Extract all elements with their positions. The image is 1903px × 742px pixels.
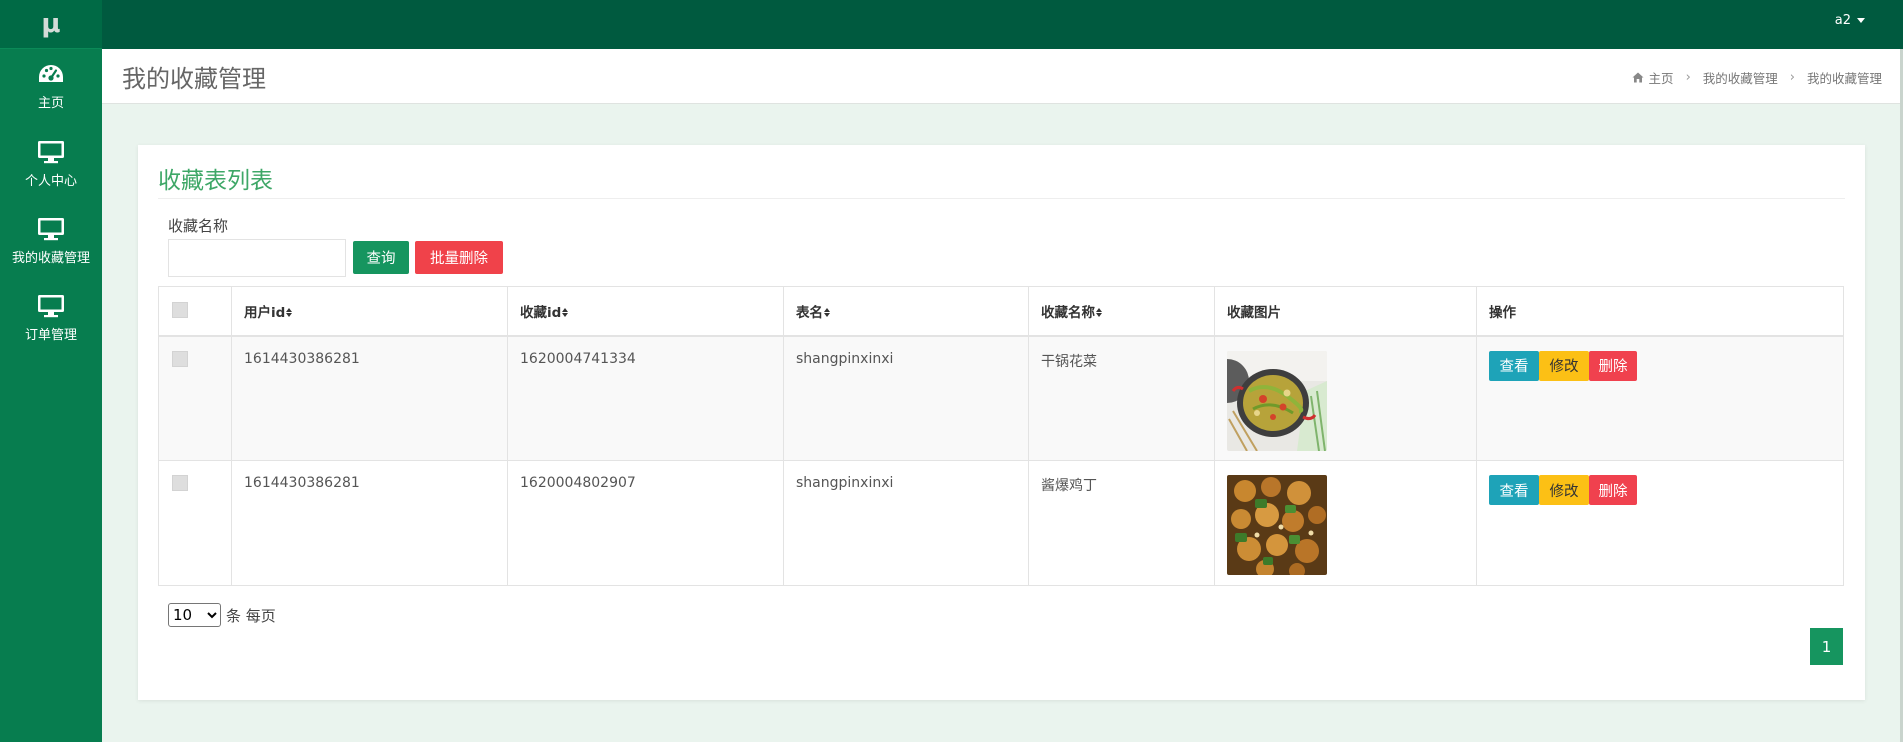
sidebar-item-label: 订单管理 [24, 328, 77, 343]
favorites-table: 用户id 收藏id 表名 收藏名称 收藏图片 操作 1614430386281 … [158, 286, 1844, 586]
divider [158, 198, 1845, 199]
chevron-right-icon: › [1789, 70, 1795, 85]
desktop-icon [38, 295, 64, 318]
breadcrumb-item[interactable]: 我的收藏管理 [1703, 68, 1778, 87]
column-header-table-name[interactable]: 表名 [783, 286, 1029, 337]
page-size-suffix: 条 每页 [226, 606, 276, 625]
breadcrumb-item-current: 我的收藏管理 [1806, 71, 1882, 86]
home-icon [1632, 72, 1644, 83]
column-header-user-id[interactable]: 用户id [231, 286, 508, 337]
cell-table-name: shangpinxinxi [783, 460, 1029, 586]
dashboard-icon [39, 65, 63, 82]
diced-chicken-photo[interactable] [1227, 475, 1327, 575]
cell-fav-id: 1620004802907 [507, 460, 784, 586]
select-all-cell [158, 286, 232, 337]
sidebar: μ 主页 个人中心 我的收藏管理 订单管理 [0, 0, 102, 742]
column-header-fav-name[interactable]: 收藏名称 [1028, 286, 1215, 337]
cell-actions: 查看 修改 删除 [1476, 335, 1844, 461]
list-card: 收藏表列表 收藏名称 查询 批量删除 用户id 收藏id 表名 收藏名称 收藏图… [138, 145, 1865, 700]
column-header-fav-id[interactable]: 收藏id [507, 286, 784, 337]
page-size-control: 10 条 每页 [168, 603, 276, 627]
cell-actions: 查看 修改 删除 [1476, 460, 1844, 586]
page-header: 我的收藏管理 主页 › 我的收藏管理 › 我的收藏管理 [102, 49, 1903, 104]
chevron-right-icon: › [1685, 70, 1691, 85]
search-input[interactable] [168, 239, 346, 277]
table-row: 1614430386281 1620004802907 shangpinxinx… [158, 460, 1844, 586]
breadcrumb: 主页 › 我的收藏管理 › 我的收藏管理 [1632, 68, 1882, 87]
row-select-cell [158, 335, 232, 461]
delete-button[interactable]: 删除 [1589, 350, 1637, 381]
sort-icon [562, 308, 569, 318]
sidebar-item-label: 主页 [37, 96, 64, 111]
sort-icon [1096, 308, 1102, 318]
top-bar: a2 [102, 0, 1903, 49]
cell-user-id: 1614430386281 [231, 460, 508, 586]
desktop-icon [38, 218, 64, 241]
sidebar-item-orders[interactable]: 订单管理 [0, 280, 102, 357]
search-label: 收藏名称 [168, 217, 229, 235]
column-header-actions: 操作 [1476, 286, 1844, 337]
caret-down-icon [1857, 18, 1865, 23]
username: a2 [1834, 13, 1851, 28]
sidebar-item-personal-center[interactable]: 个人中心 [0, 126, 102, 203]
table-header-row: 用户id 收藏id 表名 收藏名称 收藏图片 操作 [158, 286, 1844, 337]
sidebar-item-label: 我的收藏管理 [11, 251, 90, 266]
breadcrumb-home[interactable]: 主页 [1632, 68, 1674, 87]
sort-icon [824, 308, 830, 318]
column-header-fav-image: 收藏图片 [1214, 286, 1477, 337]
page-title: 我的收藏管理 [122, 65, 266, 93]
sidebar-item-favorites[interactable]: 我的收藏管理 [0, 203, 102, 280]
delete-button[interactable]: 删除 [1589, 475, 1637, 505]
cell-fav-image [1214, 460, 1477, 586]
row-select-cell [158, 460, 232, 586]
page-size-select[interactable]: 10 [168, 603, 221, 627]
select-all-checkbox[interactable] [172, 301, 188, 318]
user-menu[interactable]: a2 [1835, 13, 1865, 28]
query-button[interactable]: 查询 [353, 241, 409, 274]
cell-fav-id: 1620004741334 [507, 335, 784, 461]
cell-fav-name: 干锅花菜 [1028, 335, 1215, 461]
cell-table-name: shangpinxinxi [783, 335, 1029, 461]
cell-fav-image [1214, 335, 1477, 461]
app-logo: μ [0, 0, 102, 49]
pagination-page-1[interactable]: 1 [1810, 628, 1843, 665]
sort-icon [286, 308, 293, 318]
row-checkbox[interactable] [172, 350, 188, 367]
cell-user-id: 1614430386281 [231, 335, 508, 461]
sidebar-item-home[interactable]: 主页 [0, 49, 102, 126]
sidebar-item-label: 个人中心 [24, 174, 77, 189]
view-button[interactable]: 查看 [1489, 475, 1539, 505]
desktop-icon [38, 141, 64, 164]
dry-pot-cauliflower-photo[interactable] [1227, 350, 1327, 451]
edit-button[interactable]: 修改 [1539, 475, 1589, 505]
view-button[interactable]: 查看 [1489, 350, 1539, 381]
card-title: 收藏表列表 [158, 168, 273, 194]
row-checkbox[interactable] [172, 475, 188, 491]
batch-delete-button[interactable]: 批量删除 [415, 241, 503, 274]
edit-button[interactable]: 修改 [1539, 350, 1589, 381]
cell-fav-name: 酱爆鸡丁 [1028, 460, 1215, 586]
table-row: 1614430386281 1620004741334 shangpinxinx… [158, 335, 1844, 461]
